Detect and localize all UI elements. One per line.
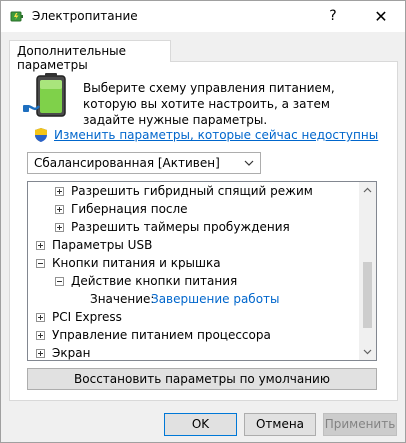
tree-item-usb-settings[interactable]: Параметры USB bbox=[28, 236, 361, 254]
tree-item-processor-power[interactable]: Управление питанием процессора bbox=[28, 326, 361, 344]
tree-item-power-button-action[interactable]: Действие кнопки питания bbox=[28, 272, 361, 290]
setting-value-link[interactable]: Завершение работы bbox=[151, 290, 280, 308]
scroll-down-icon[interactable] bbox=[359, 343, 376, 360]
power-options-window: Электропитание ? ✕ Дополнительные параме… bbox=[0, 0, 406, 443]
tree-item-label: Разрешить гибридный спящий режим bbox=[71, 184, 313, 198]
uac-shield-icon bbox=[35, 128, 47, 142]
tree-item-wake-timers[interactable]: Разрешить таймеры пробуждения bbox=[28, 218, 361, 236]
tree-item-pci-express[interactable]: PCI Express bbox=[28, 308, 361, 326]
apply-button[interactable]: Применить bbox=[323, 413, 397, 436]
expand-plus-icon[interactable] bbox=[55, 187, 64, 196]
tree-item-label: Действие кнопки питания bbox=[71, 274, 238, 288]
collapse-minus-icon[interactable] bbox=[55, 277, 64, 286]
chevron-down-icon bbox=[244, 160, 254, 166]
change-unavailable-settings-link[interactable]: Изменить параметры, которые сейчас недос… bbox=[54, 128, 378, 142]
tree-item-hybrid-sleep[interactable]: Разрешить гибридный спящий режим bbox=[28, 182, 361, 200]
collapse-minus-icon[interactable] bbox=[36, 259, 45, 268]
vertical-scrollbar[interactable] bbox=[359, 182, 376, 360]
restore-defaults-button[interactable]: Восстановить параметры по умолчанию bbox=[27, 368, 377, 390]
expand-plus-icon[interactable] bbox=[36, 331, 45, 340]
ok-button[interactable]: OK bbox=[164, 413, 237, 436]
expand-plus-icon[interactable] bbox=[36, 241, 45, 250]
tree-item-label: Параметры USB bbox=[52, 238, 153, 252]
tree-item-hibernate-after[interactable]: Гибернация после bbox=[28, 200, 361, 218]
tree-item-display[interactable]: Экран bbox=[28, 344, 361, 360]
expand-plus-icon[interactable] bbox=[36, 349, 45, 358]
tree-item-label: PCI Express bbox=[52, 310, 122, 324]
tree-item-power-buttons-lid[interactable]: Кнопки питания и крышка bbox=[28, 254, 361, 272]
settings-tree[interactable]: Разрешить гибридный спящий режим Гиберна… bbox=[27, 181, 377, 361]
battery-power-icon bbox=[23, 73, 66, 117]
scroll-up-icon[interactable] bbox=[359, 182, 376, 199]
expand-plus-icon[interactable] bbox=[36, 313, 45, 322]
help-button[interactable]: ? bbox=[311, 1, 355, 32]
tree-item-setting-value: Значение: Завершение работы bbox=[28, 290, 361, 308]
expand-plus-icon[interactable] bbox=[55, 223, 64, 232]
intro-description: Выберите схему управления питанием, кото… bbox=[83, 81, 335, 127]
tree-item-label: Экран bbox=[52, 346, 91, 360]
window-title: Электропитание bbox=[32, 9, 138, 23]
expand-plus-icon[interactable] bbox=[55, 205, 64, 214]
tab-advanced-settings[interactable]: Дополнительные параметры bbox=[9, 40, 171, 72]
tree-item-label: Управление питанием процессора bbox=[52, 328, 271, 342]
power-app-icon bbox=[10, 11, 23, 22]
scroll-thumb[interactable] bbox=[363, 262, 372, 328]
tree-item-label: Кнопки питания и крышка bbox=[52, 256, 221, 270]
power-plan-select[interactable]: Сбалансированная [Активен] bbox=[27, 152, 261, 174]
tree-item-label: Гибернация после bbox=[71, 202, 188, 216]
tree-item-label: Разрешить таймеры пробуждения bbox=[71, 220, 290, 234]
power-plan-selected-value: Сбалансированная [Активен] bbox=[34, 156, 220, 170]
close-button[interactable]: ✕ bbox=[359, 1, 403, 32]
settings-tree-content: Разрешить гибридный спящий режим Гиберна… bbox=[28, 182, 361, 360]
cancel-button[interactable]: Отмена bbox=[244, 413, 316, 436]
title-bar: Электропитание ? ✕ bbox=[1, 1, 405, 32]
setting-value-label: Значение: bbox=[90, 292, 155, 306]
